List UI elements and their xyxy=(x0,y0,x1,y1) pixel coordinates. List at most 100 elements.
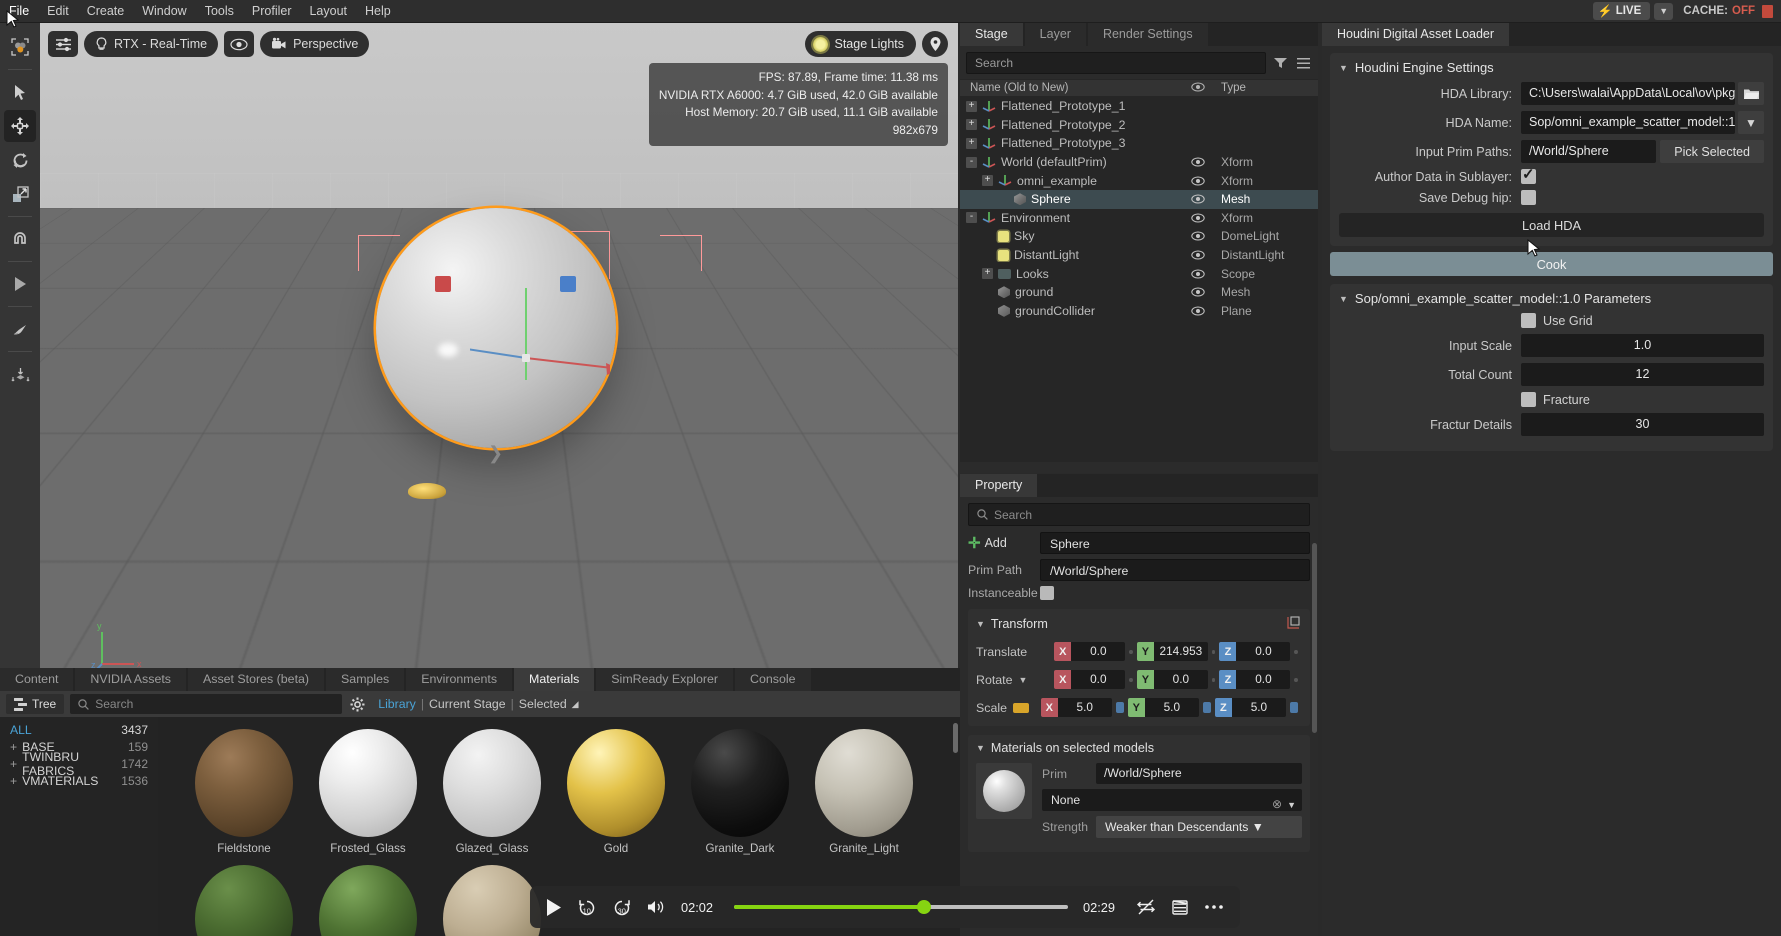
content-search-input[interactable]: Search xyxy=(70,694,343,714)
tab-layer[interactable]: Layer xyxy=(1024,23,1086,46)
content-category-sidebar[interactable]: ALL 3437 + BASE 159 + TWINBRU FABRICS 1742 + VMAT… xyxy=(0,717,158,936)
forward-30-icon[interactable]: 30 xyxy=(612,897,632,917)
gizmo-handle-red[interactable] xyxy=(435,276,451,292)
axis-divider-3[interactable] xyxy=(1294,649,1298,654)
live-toggle-button[interactable]: ⚡ LIVE xyxy=(1592,2,1651,20)
content-category-row[interactable]: + TWINBRU FABRICS 1742 xyxy=(0,750,158,778)
use-grid-checkbox[interactable] xyxy=(1521,313,1536,328)
transform-y-field[interactable]: Y 0.0 xyxy=(1136,670,1208,689)
content-tab-asset-stores-beta[interactable]: Asset Stores (beta) xyxy=(187,668,325,691)
input-scale-value[interactable]: 1.0 xyxy=(1521,334,1764,357)
rotate-tool-icon[interactable] xyxy=(4,144,36,176)
axis-divider-2[interactable] xyxy=(1211,649,1216,654)
stage-tree-row[interactable]: ground Mesh xyxy=(960,283,1318,302)
tree-expander-toggle[interactable]: + xyxy=(982,268,993,280)
stage-tree[interactable]: + Flattened_Prototype_1 + Flattened_Prototy… xyxy=(960,97,1318,462)
transform-x-field[interactable]: X 0.0 xyxy=(1054,642,1126,661)
tree-expander-toggle[interactable]: - xyxy=(966,212,977,224)
axis-divider-1[interactable] xyxy=(1129,649,1133,654)
strength-dropdown-caret-icon[interactable]: ▼ xyxy=(1252,820,1264,834)
volume-icon[interactable] xyxy=(647,899,666,915)
transform-y-value[interactable]: 0.0 xyxy=(1153,670,1208,689)
transform-y-field[interactable]: Y 214.953 xyxy=(1136,642,1208,661)
gear-icon[interactable] xyxy=(348,695,366,713)
transform-reset-icon[interactable] xyxy=(1287,615,1302,633)
content-tab-simready-explorer[interactable]: SimReady Explorer xyxy=(596,668,734,691)
viewport-toolbar-expand-icon[interactable]: ❯❯ xyxy=(377,34,406,54)
player-progress-track[interactable] xyxy=(734,900,1068,914)
stage-row-visibility-toggle[interactable] xyxy=(1183,176,1213,186)
content-category-row[interactable]: + VMATERIALS 1536 xyxy=(0,772,158,789)
transform-z-value[interactable]: 0.0 xyxy=(1236,670,1291,689)
tree-expander-toggle[interactable]: - xyxy=(966,156,977,168)
stage-tree-row[interactable]: + Flattened_Prototype_2 xyxy=(960,116,1318,135)
material-strength-dropdown[interactable]: Weaker than Descendants ▼ xyxy=(1096,816,1302,838)
transform-z-field[interactable]: Z 5.0 xyxy=(1214,698,1286,717)
live-dropdown-button[interactable]: ▼ xyxy=(1654,2,1674,20)
tree-expander-toggle[interactable]: + xyxy=(966,119,977,131)
save-debug-hip-checkbox[interactable] xyxy=(1521,190,1536,205)
stage-search-input[interactable]: Search xyxy=(966,52,1266,74)
stage-tree-row[interactable]: Sky DomeLight xyxy=(960,227,1318,246)
stage-row-visibility-toggle[interactable] xyxy=(1183,287,1213,297)
viewport-expand-arrow-icon[interactable]: ❯ xyxy=(488,443,503,464)
move-tool-icon[interactable] xyxy=(4,110,36,142)
prim-name-field[interactable]: Sphere xyxy=(1040,532,1310,554)
material-card[interactable]: Fieldstone xyxy=(182,729,306,855)
pick-selected-button[interactable]: Pick Selected xyxy=(1660,140,1764,163)
stage-tree-row[interactable]: + Flattened_Prototype_1 xyxy=(960,97,1318,116)
transform-section-header[interactable]: ▼ Transform xyxy=(976,615,1302,633)
menu-item-help[interactable]: Help xyxy=(356,0,400,22)
stage-row-visibility-toggle[interactable] xyxy=(1183,213,1213,223)
content-tab-samples[interactable]: Samples xyxy=(326,668,405,691)
content-tab-console[interactable]: Console xyxy=(735,668,811,691)
rotate-order-caret-icon[interactable]: ▼ xyxy=(1019,675,1028,685)
engine-collapse-caret-icon[interactable]: ▼ xyxy=(1339,63,1348,73)
menu-item-create[interactable]: Create xyxy=(78,0,134,22)
tab-houdini-digital-asset-loader[interactable]: Houdini Digital Asset Loader xyxy=(1322,23,1510,46)
menu-item-tools[interactable]: Tools xyxy=(196,0,243,22)
property-search-input[interactable]: Search xyxy=(968,503,1310,526)
clip-icon[interactable] xyxy=(1171,899,1189,916)
menu-item-file[interactable]: File xyxy=(0,0,38,22)
cook-button[interactable]: Cook xyxy=(1330,252,1773,276)
transform-x-field[interactable]: X 5.0 xyxy=(1040,698,1112,717)
transform-x-value[interactable]: 5.0 xyxy=(1057,698,1112,717)
parameters-collapse-caret-icon[interactable]: ▼ xyxy=(1339,294,1348,304)
material-card[interactable] xyxy=(182,865,306,936)
link-library[interactable]: Library xyxy=(378,697,416,711)
hda-library-input[interactable]: C:\Users\walai\AppData\Local\ov\pkg\crea xyxy=(1521,82,1735,105)
physics-drop-icon[interactable] xyxy=(4,358,36,390)
paint-brush-icon[interactable] xyxy=(4,313,36,345)
transform-x-value[interactable]: 0.0 xyxy=(1071,642,1126,661)
options-menu-icon[interactable] xyxy=(1294,54,1312,72)
axis-divider-3[interactable] xyxy=(1294,677,1298,682)
axis-divider-2[interactable] xyxy=(1211,677,1216,682)
transform-y-value[interactable]: 5.0 xyxy=(1144,698,1199,717)
stage-column-name[interactable]: Name (Old to New) xyxy=(960,82,1183,94)
clear-material-icon[interactable]: ⊗ xyxy=(1272,793,1282,815)
fractur-details-value[interactable]: 30 xyxy=(1521,413,1764,436)
viewport-3d[interactable]: ❯ y x z cm xyxy=(40,23,958,668)
location-pin-icon[interactable] xyxy=(922,31,948,57)
stage-tree-row[interactable]: groundCollider Plane xyxy=(960,302,1318,321)
content-tab-nvidia-assets[interactable]: NVIDIA Assets xyxy=(75,668,186,691)
visibility-eye-icon[interactable] xyxy=(224,31,255,57)
transform-x-value[interactable]: 0.0 xyxy=(1071,670,1126,689)
materials-grid-scrollbar[interactable] xyxy=(953,723,958,753)
material-preview-thumbnail[interactable] xyxy=(976,763,1032,819)
stage-row-visibility-toggle[interactable] xyxy=(1183,269,1213,279)
stage-tree-row[interactable]: + omni_example Xform xyxy=(960,171,1318,190)
content-category-row[interactable]: ALL 3437 xyxy=(0,721,158,738)
category-expand-icon[interactable]: + xyxy=(10,740,17,754)
content-tab-content[interactable]: Content xyxy=(0,668,74,691)
stage-tree-row[interactable]: + Flattened_Prototype_3 xyxy=(960,134,1318,153)
stage-row-visibility-toggle[interactable] xyxy=(1183,250,1213,260)
snap-magnet-icon[interactable] xyxy=(4,223,36,255)
rewind-10-icon[interactable]: 10 xyxy=(577,897,597,917)
material-card[interactable]: Frosted_Glass xyxy=(306,729,430,855)
tab-property[interactable]: Property xyxy=(960,474,1038,497)
materials-section-header[interactable]: ▼ Materials on selected models xyxy=(976,741,1302,755)
material-card[interactable] xyxy=(306,865,430,936)
tab-stage[interactable]: Stage xyxy=(960,23,1023,46)
